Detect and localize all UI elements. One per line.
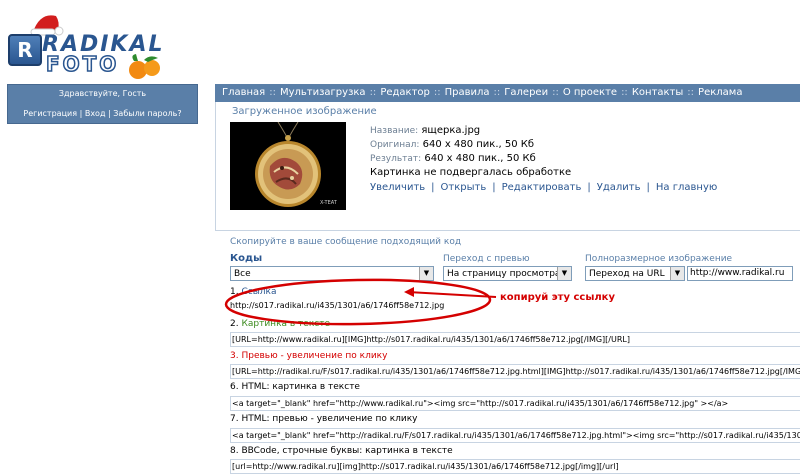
item-number: 1.	[230, 287, 239, 297]
separator: |	[108, 109, 111, 118]
nav-separator: ::	[369, 87, 377, 98]
codes-label: Коды	[230, 253, 263, 264]
item-number: 8.	[230, 446, 239, 456]
uploaded-image-panel: Загруженное изображение X-TEAT Название:…	[215, 102, 800, 231]
image-in-text-title[interactable]: Картинка в тексте	[241, 319, 330, 329]
separator: |	[646, 182, 650, 193]
code-item-title: 3. Превью - увеличение по клику	[230, 351, 387, 361]
result-value: 640 x 480 пик., 50 Кб	[424, 153, 536, 164]
uploaded-image-header: Загруженное изображение	[232, 106, 377, 117]
image-info: Название: ящерка.jpg Оригинал: 640 x 480…	[370, 124, 536, 166]
nav-separator: ::	[552, 87, 559, 98]
codes-select-value: Все	[234, 269, 251, 279]
home-link[interactable]: На главную	[656, 182, 717, 193]
dropdown-arrow-icon[interactable]: ▼	[419, 267, 433, 280]
nav-item-ads[interactable]: Реклама	[698, 87, 742, 98]
original-value: 640 x 480 пик., 50 Кб	[422, 139, 535, 150]
copy-hint: Скопируйте в ваше сообщение подходящий к…	[230, 237, 462, 247]
separator: |	[587, 182, 591, 193]
nav-item-galleries[interactable]: Галереи	[504, 87, 548, 98]
url-input[interactable]: http://www.radikal.ru	[687, 266, 793, 281]
original-label: Оригинал:	[370, 140, 420, 150]
name-label: Название:	[370, 126, 419, 136]
nav-separator: ::	[433, 87, 441, 98]
pendant-image: X-TEAT	[230, 121, 346, 210]
edit-link[interactable]: Редактировать	[502, 182, 582, 193]
nav-item-editor[interactable]: Редактор	[380, 87, 430, 98]
preview-click-title[interactable]: Превью - увеличение по клику	[241, 351, 387, 361]
item-number: 6.	[230, 382, 239, 392]
link-title[interactable]: Ссылка	[241, 287, 276, 297]
preview-transition-select[interactable]: На страницу просмотра ▼	[443, 266, 572, 281]
nav-item-home[interactable]: Главная	[222, 87, 265, 98]
thumbnail-caption: X-TEAT	[320, 200, 338, 206]
preview-transition-value: На страницу просмотра	[447, 269, 561, 279]
processing-status: Картинка не подвергалась обработке	[370, 167, 572, 178]
main-nav: Главная:: Мультизагрузка:: Редактор:: Прави…	[215, 84, 800, 102]
name-value: ящерка.jpg	[421, 125, 481, 136]
forgot-password-link[interactable]: Забыли пароль?	[113, 109, 181, 118]
auth-links: Регистрация | Вход | Забыли пароль?	[8, 109, 197, 118]
logo-badge: R	[8, 34, 42, 66]
separator: |	[431, 182, 435, 193]
enlarge-link[interactable]: Увеличить	[370, 182, 425, 193]
codes-select[interactable]: Все ▼	[230, 266, 434, 281]
code-item-title: 8. BBCode, строчные буквы: картинка в те…	[230, 446, 453, 456]
user-panel: Здравствуйте, Гость Регистрация | Вход |…	[7, 84, 198, 124]
annotation-text: копируй эту ссылку	[500, 292, 615, 303]
arrow-head-icon	[404, 287, 414, 297]
code-item-title: 1. Ссылка	[230, 287, 277, 297]
nav-item-contacts[interactable]: Контакты	[632, 87, 683, 98]
delete-link[interactable]: Удалить	[597, 182, 641, 193]
separator: |	[492, 182, 496, 193]
item-number: 7.	[230, 414, 239, 424]
nav-separator: ::	[493, 87, 501, 98]
nav-separator: ::	[269, 87, 276, 98]
code-bbcode-preview[interactable]: [URL=http://radikal.ru/F/s017.radikal.ru…	[230, 364, 800, 379]
fullsize-image-label: Полноразмерное изображение	[585, 254, 733, 264]
separator: |	[79, 109, 83, 118]
annotation-arrow-line	[407, 291, 497, 298]
image-actions: Увеличить | Открыть | Редактировать | Удалить |…	[370, 182, 717, 193]
code-html-preview[interactable]: <a target="_blank" href="http://radikal.…	[230, 428, 800, 443]
greeting-text: Здравствуйте, Гость	[58, 89, 147, 98]
result-label: Результат:	[370, 154, 422, 164]
preview-transition-label: Переход с превью	[443, 254, 530, 264]
code-html-image[interactable]: <a target="_blank" href="http://www.radi…	[230, 396, 800, 411]
nav-separator: ::	[687, 87, 695, 98]
html-preview-title[interactable]: HTML: превью - увеличение по клику	[241, 414, 417, 424]
code-item-title: 2. Картинка в тексте	[230, 319, 330, 329]
item-number: 3.	[230, 351, 239, 361]
dropdown-arrow-icon[interactable]: ▼	[670, 267, 684, 280]
fullsize-transition-select[interactable]: Переход на URL ▼	[585, 266, 685, 281]
nav-item-multiupload[interactable]: Мультизагрузка	[280, 87, 366, 98]
site-logo[interactable]: R RADIKAL FOTO	[6, 8, 206, 80]
open-link[interactable]: Открыть	[441, 182, 487, 193]
code-item-title: 7. HTML: превью - увеличение по клику	[230, 414, 418, 424]
fullsize-transition-value: Переход на URL	[589, 269, 665, 279]
login-link[interactable]: Вход	[85, 109, 106, 118]
nav-item-rules[interactable]: Правила	[445, 87, 490, 98]
logo-word-foto: FOTO	[45, 51, 120, 77]
code-bbcode-image[interactable]: [URL=http://www.radikal.ru][IMG]http://s…	[230, 332, 800, 347]
image-thumbnail[interactable]: X-TEAT	[230, 121, 346, 210]
register-link[interactable]: Регистрация	[23, 109, 77, 118]
nav-item-about[interactable]: О проекте	[563, 87, 617, 98]
tangerines-icon	[129, 54, 160, 79]
url-input-value: http://www.radikal.ru	[690, 268, 785, 278]
code-item-title: 6. HTML: картинка в тексте	[230, 382, 360, 392]
nav-separator: ::	[621, 87, 628, 98]
html-image-title[interactable]: HTML: картинка в тексте	[241, 382, 360, 392]
dropdown-arrow-icon[interactable]: ▼	[557, 267, 571, 280]
bbcode-lowercase-title[interactable]: BBCode, строчные буквы: картинка в текст…	[241, 446, 452, 456]
item-number: 2.	[230, 319, 239, 329]
